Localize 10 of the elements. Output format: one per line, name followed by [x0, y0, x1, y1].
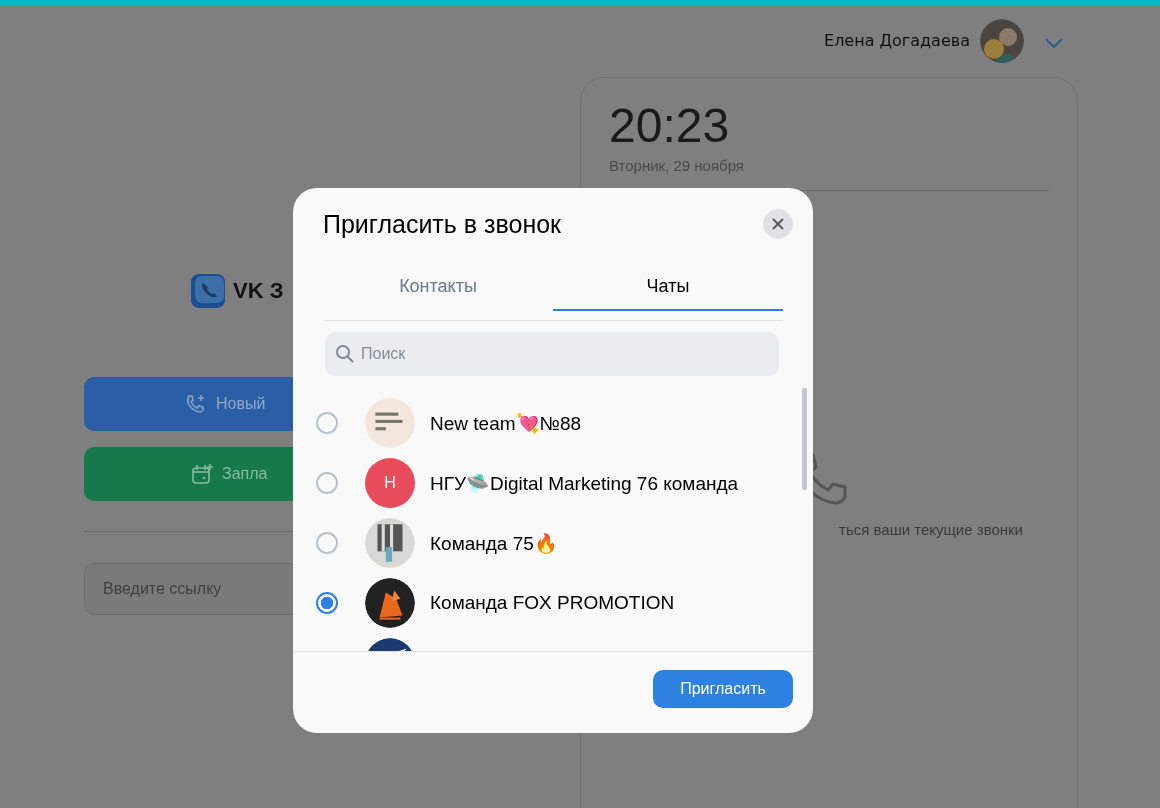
user-name: Елена Догадаева [824, 31, 970, 50]
empty-calls-text: ться ваши текущие звонки [839, 521, 1023, 538]
dialog-title: Пригласить в звонок [323, 209, 562, 239]
chat-name: Команда 75🔥 [430, 531, 558, 555]
chat-name: New team💘№88 [430, 411, 582, 435]
chat-avatar: Н [365, 458, 415, 508]
chat-name: Команда FOX PROMOTION [430, 592, 675, 614]
app-logo-text: VK З [233, 278, 284, 304]
clock-time: 20:23 [609, 98, 731, 153]
chat-name: НГУ🛸Digital Marketing 76 команда [430, 471, 739, 495]
